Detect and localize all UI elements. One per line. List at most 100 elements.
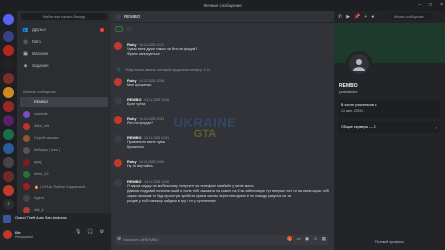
headphones-icon[interactable]: 🎧 (87, 229, 93, 235)
message-text: розумі у тобі написку зайдеш в гру і ти … (127, 199, 216, 203)
server-icon[interactable] (3, 45, 14, 56)
timestamp: 04.11.2025 12:48 (144, 98, 170, 102)
check-reaction-icon[interactable] (115, 26, 123, 32)
user-icon (115, 13, 121, 20)
nav-label: Задания (32, 63, 49, 68)
avatar[interactable] (114, 179, 122, 187)
message-search-input[interactable]: Искать сообщения (391, 13, 431, 20)
video-icon[interactable]: ▶ (346, 14, 350, 20)
activity-text: Grand Theft Auto San Andreas (15, 216, 67, 220)
server-icon[interactable] (3, 129, 14, 140)
gif-icon[interactable]: ▭ (297, 236, 301, 242)
mutual-servers-label: Общие серверы — 2 (341, 125, 376, 129)
server-icon[interactable] (3, 31, 14, 42)
user-status: Невидимый (15, 235, 34, 239)
window-title: Личные сообщения (203, 3, 242, 8)
full-profile-link[interactable]: Полный профиль (334, 240, 445, 244)
plus-icon[interactable]: ⊕ (117, 236, 121, 242)
server-icon[interactable] (3, 101, 14, 112)
avatar-icon (353, 59, 365, 71)
avatar[interactable] (114, 78, 122, 86)
dm-item-rembo[interactable]: REMBO (20, 97, 108, 107)
server-icon[interactable] (3, 171, 14, 182)
nav-nitro[interactable]: ◎ Nitro (20, 37, 108, 46)
emoji-icon[interactable]: ☺ (313, 236, 318, 242)
avatar (23, 182, 30, 190)
dm-section-title: Личные сообщения (23, 90, 56, 94)
server-icon[interactable] (3, 87, 14, 98)
avatar (23, 110, 30, 118)
dm-item[interactable]: dima_42 (20, 169, 108, 179)
avatar[interactable] (3, 230, 12, 239)
pin-icon[interactable]: 📌 (354, 14, 360, 20)
profile-icon[interactable]: ● (371, 14, 374, 20)
nav-label: Магазин (32, 51, 49, 56)
server-icon[interactable] (3, 157, 14, 168)
dm-item[interactable]: дед| (20, 157, 108, 167)
server-icon[interactable] (3, 59, 14, 70)
gift-icon[interactable]: 🎁 (287, 236, 293, 242)
add-reaction-icon[interactable] (126, 26, 132, 32)
dm-item[interactable]: Сергій масімо (20, 133, 108, 143)
add-friend-icon[interactable]: + (364, 14, 367, 20)
title-bar: Личные сообщения – □ × (0, 0, 445, 11)
member-since-card: В числе участников с 14 июн. 2025 г. (338, 100, 440, 118)
dm-item[interactable]: xuiwxdk (20, 109, 108, 119)
mic-icon[interactable]: 🎙 (75, 229, 81, 235)
dm-name: dima_42 (34, 172, 49, 176)
close-icon[interactable]: × (440, 2, 443, 8)
server-icon[interactable] (3, 143, 14, 154)
shop-icon: ▣ (23, 50, 28, 57)
apps-icon[interactable]: ▦ (322, 236, 326, 242)
profile-panel: ✆ ▶ 📌 + ● Искать сообщения REMBO yanebam… (334, 11, 445, 250)
home-button[interactable] (3, 14, 14, 25)
reaction-row (115, 26, 132, 32)
call-icon[interactable]: ✆ (338, 14, 342, 20)
avatar[interactable] (114, 116, 122, 124)
avatar (23, 194, 30, 202)
chat-header: REMBO (111, 11, 334, 23)
message-text: зараз написав то буд проектую зробити кр… (127, 194, 292, 198)
dm-item[interactable]: dilke_old (20, 121, 108, 131)
maximize-icon[interactable]: □ (429, 2, 432, 8)
dm-name: Сергій масімо (34, 136, 59, 140)
avatar (23, 134, 30, 142)
chevron-right-icon: › (435, 124, 437, 130)
dm-name: Agent (34, 196, 44, 200)
avatar[interactable] (114, 135, 122, 143)
profile-username: yanebamtur (339, 90, 358, 94)
composer-placeholder: Написать @REMBO (123, 238, 159, 242)
message-text: Крошенко (127, 145, 145, 149)
game-icon (3, 215, 11, 223)
notification-badge (100, 27, 104, 32)
dm-item[interactable]: Agent (20, 193, 108, 203)
dm-name: 🔥 | НОЧЬ Пабли Садовский... (34, 184, 88, 189)
message-text: Ну то вертайсь. (127, 164, 154, 168)
dm-item[interactable]: 🔥 | НОЧЬ Пабли Садовский... (20, 181, 108, 191)
nav-quests[interactable]: ◈ Задания (20, 61, 108, 70)
add-server-button[interactable]: + (3, 199, 14, 210)
dm-search-input[interactable]: Найти или начать беседу (21, 13, 107, 20)
avatar (23, 146, 30, 154)
nav-shop[interactable]: ▣ Магазин (20, 49, 108, 58)
minimize-icon[interactable]: – (418, 2, 421, 8)
user-panel: Grand Theft Auto San Andreas Bie Невидим… (0, 213, 111, 250)
server-icon[interactable] (3, 115, 14, 126)
nitro-icon: ◎ (23, 38, 28, 45)
avatar[interactable] (114, 159, 122, 167)
server-icon[interactable] (3, 73, 14, 84)
settings-icon[interactable]: ⚙ (100, 229, 104, 235)
dm-item[interactable]: Кейфер | uwu | (20, 145, 108, 155)
avatar (23, 122, 30, 130)
avatar[interactable] (114, 42, 122, 50)
message-input[interactable]: ⊕ Написать @REMBO 🎁 ▭ ▣ ☺ ▦ (115, 235, 329, 245)
dm-name: xuiwxdk (34, 112, 48, 116)
member-since-label: В числе участников с (341, 103, 377, 107)
profile-avatar[interactable] (346, 51, 372, 77)
call-event: ✆ Rоky начал звонок, который продлился м… (117, 67, 211, 72)
mutual-servers-button[interactable]: Общие серверы — 2 › (338, 121, 440, 133)
avatar[interactable] (114, 97, 122, 105)
server-icon[interactable] (3, 185, 14, 196)
sticker-icon[interactable]: ▣ (305, 236, 309, 242)
nav-friends[interactable]: 👥 Друзья (20, 25, 108, 34)
